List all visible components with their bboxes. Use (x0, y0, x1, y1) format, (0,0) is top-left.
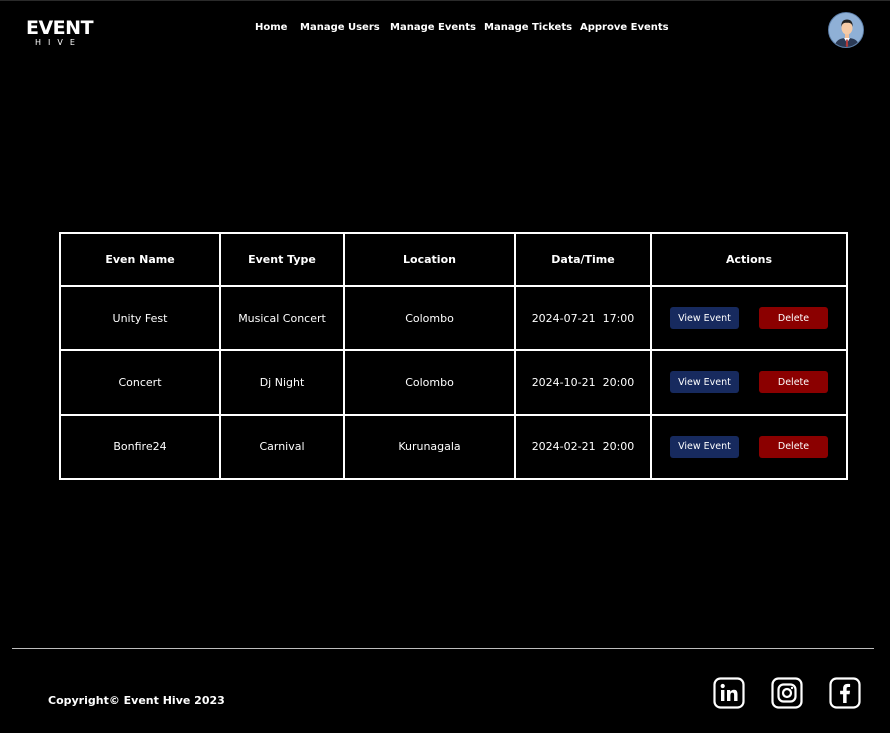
header-event-name: Even Name (59, 232, 221, 287)
copyright-text: Copyright© Event Hive 2023 (48, 694, 225, 707)
delete-event-button[interactable]: Delete (759, 371, 828, 394)
cell-event-type: Musical Concert (219, 284, 345, 352)
cell-datetime: 2024-07-21 17:00 (514, 284, 652, 352)
table-header-row: Even Name Event Type Location Data/Time … (59, 232, 848, 287)
cell-datetime: 2024-10-21 20:00 (514, 349, 652, 416)
cell-actions: View Event Delete (650, 349, 848, 416)
table-row: Unity Fest Musical Concert Colombo 2024-… (59, 284, 848, 352)
header-actions: Actions (650, 232, 848, 287)
delete-event-button[interactable]: Delete (759, 307, 828, 330)
header-datetime: Data/Time (514, 232, 652, 287)
cell-event-type: Carnival (219, 413, 345, 481)
header-location: Location (343, 232, 516, 287)
cell-actions: View Event Delete (650, 413, 848, 481)
nav-manage-users[interactable]: Manage Users (300, 22, 390, 33)
instagram-link[interactable] (771, 677, 803, 709)
cell-event-name: Bonfire24 (59, 413, 221, 481)
main-nav: Home Manage Users Manage Events Manage T… (255, 22, 669, 33)
events-table-container: Even Name Event Type Location Data/Time … (59, 232, 848, 481)
facebook-link[interactable] (829, 677, 861, 709)
cell-event-type: Dj Night (219, 349, 345, 416)
cell-location: Colombo (343, 349, 516, 416)
cell-location: Colombo (343, 284, 516, 352)
linkedin-icon (713, 677, 745, 709)
view-event-button[interactable]: View Event (670, 371, 739, 394)
event-hive-logo[interactable]: EVENT HIVE (26, 17, 94, 52)
nav-home[interactable]: Home (255, 22, 300, 33)
cell-event-name: Unity Fest (59, 284, 221, 352)
events-table: Even Name Event Type Location Data/Time … (59, 232, 848, 481)
cell-event-name: Concert (59, 349, 221, 416)
cell-location: Kurunagala (343, 413, 516, 481)
nav-approve-events[interactable]: Approve Events (580, 22, 669, 33)
table-row: Bonfire24 Carnival Kurunagala 2024-02-21… (59, 413, 848, 481)
linkedin-link[interactable] (713, 677, 745, 709)
footer-divider (12, 648, 874, 649)
instagram-icon (771, 677, 803, 709)
table-row: Concert Dj Night Colombo 2024-10-21 20:0… (59, 349, 848, 416)
cell-actions: View Event Delete (650, 284, 848, 352)
nav-manage-events[interactable]: Manage Events (390, 22, 484, 33)
logo-sub-text: HIVE (35, 38, 82, 47)
user-avatar[interactable] (828, 12, 864, 48)
view-event-button[interactable]: View Event (670, 307, 739, 330)
cell-datetime: 2024-02-21 20:00 (514, 413, 652, 481)
nav-manage-tickets[interactable]: Manage Tickets (484, 22, 580, 33)
user-avatar-icon (829, 13, 863, 47)
logo-main-text: EVENT (26, 17, 94, 39)
facebook-icon (829, 677, 861, 709)
delete-event-button[interactable]: Delete (759, 435, 828, 458)
view-event-button[interactable]: View Event (670, 435, 739, 458)
header-event-type: Event Type (219, 232, 345, 287)
top-border (0, 0, 890, 1)
